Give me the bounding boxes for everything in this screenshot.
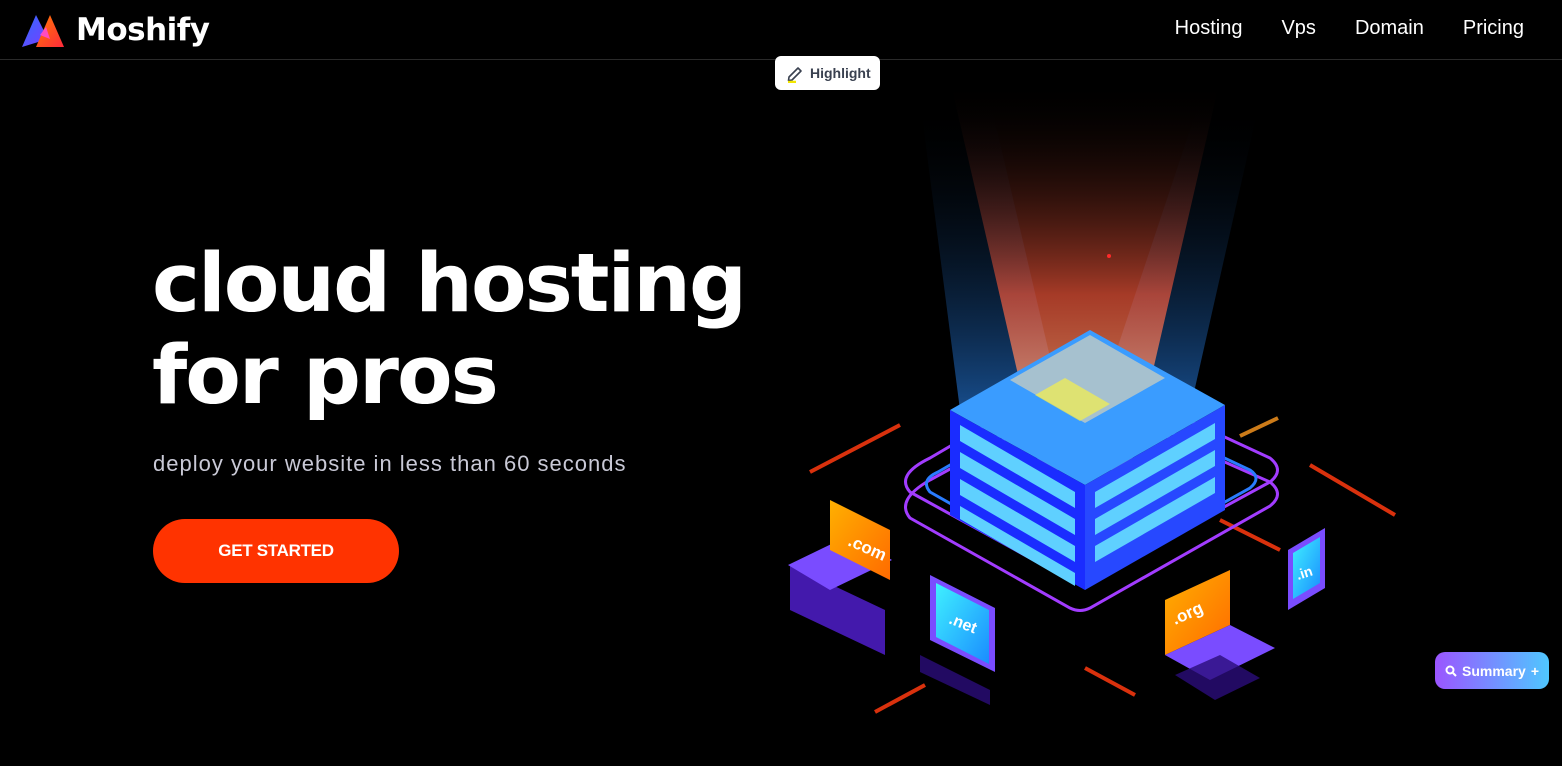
- tablet-net: .net: [920, 575, 995, 705]
- highlight-label: Highlight: [810, 65, 871, 81]
- nav-hosting[interactable]: Hosting: [1175, 17, 1243, 40]
- summary-label: Summary: [1462, 662, 1526, 679]
- phone-in: .in: [1288, 528, 1325, 610]
- main-nav: Hosting Vps Domain Pricing: [1175, 17, 1524, 40]
- nav-pricing[interactable]: Pricing: [1463, 17, 1524, 40]
- laptop-org: .org: [1165, 570, 1275, 700]
- brand-logo-link[interactable]: Moshify: [18, 9, 210, 51]
- light-streak: [874, 683, 926, 714]
- get-started-button[interactable]: GET STARTED: [153, 519, 399, 583]
- summary-search-icon: [1445, 665, 1457, 677]
- nav-vps[interactable]: Vps: [1281, 17, 1315, 40]
- light-streak: [1084, 666, 1136, 697]
- moshify-logo-icon: [22, 15, 64, 47]
- nav-domain[interactable]: Domain: [1355, 17, 1424, 40]
- laptop-com: .com: [788, 500, 892, 655]
- hero-title-line-1: cloud hosting: [152, 237, 747, 331]
- top-navbar: Moshify Hosting Vps Domain Pricing: [0, 0, 1562, 60]
- brand-name: Moshify: [76, 12, 210, 48]
- light-streak: [809, 423, 901, 474]
- hero-title-line-2: for pros: [152, 329, 499, 423]
- light-streak: [1239, 416, 1279, 438]
- cloud-server-illustration: .com .net .org .in: [788, 80, 1397, 714]
- hero-subtitle: deploy your website in less than 60 seco…: [153, 451, 627, 476]
- summary-plus: +: [1530, 662, 1539, 679]
- light-streak: [1219, 518, 1281, 552]
- summary-button[interactable]: Summary +: [1435, 652, 1549, 689]
- light-streak: [1308, 463, 1397, 517]
- light-dot: [1107, 254, 1111, 258]
- hero-title: cloud hosting for pros: [152, 237, 747, 423]
